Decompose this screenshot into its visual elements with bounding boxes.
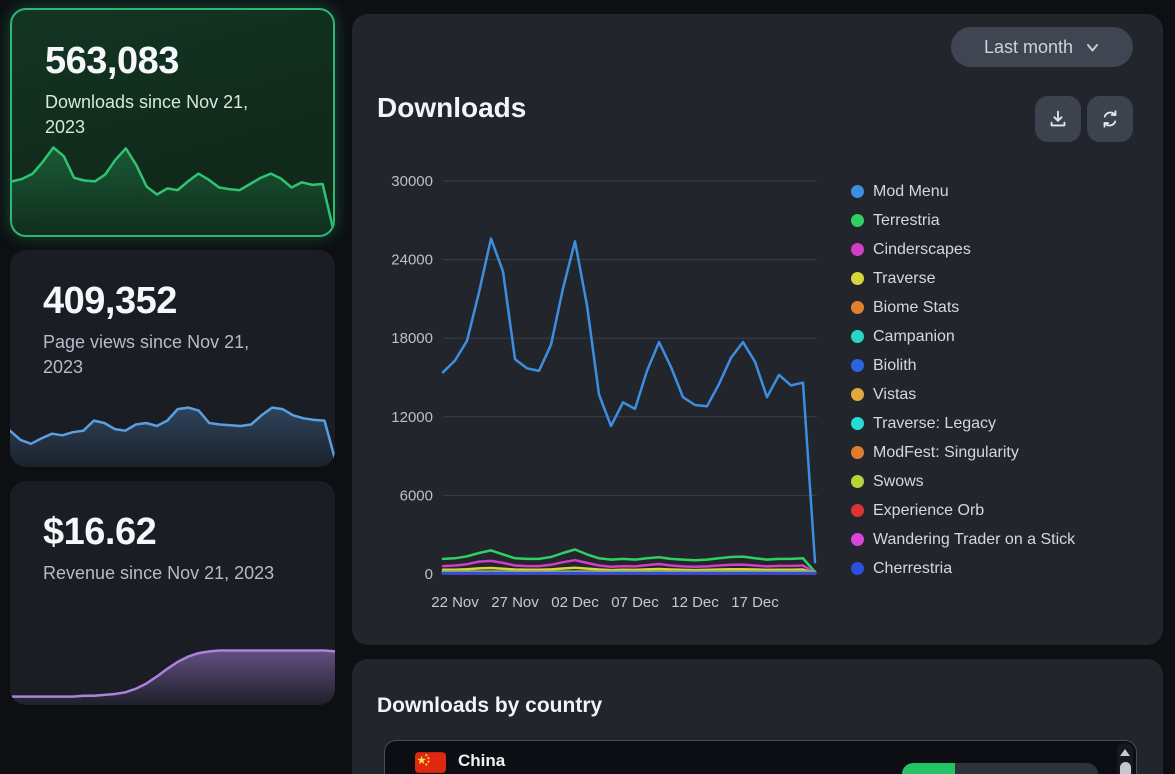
page-views-total-label: Page views since Nov 21, 2023 bbox=[43, 330, 288, 380]
legend-dot-icon bbox=[851, 533, 864, 546]
legend-label: Mod Menu bbox=[873, 183, 949, 201]
country-list[interactable]: ★ China bbox=[384, 740, 1137, 774]
country-download-bar-fill bbox=[902, 763, 955, 774]
stat-card-page-views[interactable]: 409,352 Page views since Nov 21, 2023 bbox=[10, 250, 335, 467]
page-views-total: 409,352 bbox=[43, 280, 288, 323]
legend-label: Cherrestria bbox=[873, 560, 952, 578]
country-download-bar bbox=[902, 763, 1098, 774]
legend-item[interactable]: Cherrestria bbox=[851, 554, 1075, 583]
scroll-up-arrow-icon[interactable] bbox=[1120, 749, 1130, 756]
legend-dot-icon bbox=[851, 562, 864, 575]
legend-dot-icon bbox=[851, 185, 864, 198]
svg-text:18000: 18000 bbox=[391, 330, 433, 347]
svg-text:12 Dec: 12 Dec bbox=[671, 594, 719, 611]
legend-item[interactable]: Mod Menu bbox=[851, 177, 1075, 206]
svg-text:6000: 6000 bbox=[400, 487, 433, 504]
china-flag-icon: ★ bbox=[415, 752, 446, 773]
analytics-dashboard: 563,083 Downloads since Nov 21, 2023 409… bbox=[0, 0, 1175, 774]
legend-dot-icon bbox=[851, 272, 864, 285]
country-row: ★ China bbox=[385, 741, 1136, 774]
svg-text:12000: 12000 bbox=[391, 409, 433, 426]
legend-dot-icon bbox=[851, 504, 864, 517]
svg-text:30000: 30000 bbox=[391, 173, 433, 190]
legend-item[interactable]: Wandering Trader on a Stick bbox=[851, 525, 1075, 554]
export-download-button[interactable] bbox=[1035, 96, 1081, 142]
revenue-sparkline bbox=[10, 610, 335, 705]
legend-item[interactable]: Vistas bbox=[851, 380, 1075, 409]
svg-text:27 Nov: 27 Nov bbox=[491, 594, 539, 611]
legend-dot-icon bbox=[851, 475, 864, 488]
country-panel-title: Downloads by country bbox=[377, 694, 602, 718]
legend-label: Swows bbox=[873, 473, 924, 491]
legend-item[interactable]: Experience Orb bbox=[851, 496, 1075, 525]
svg-text:22 Nov: 22 Nov bbox=[431, 594, 479, 611]
stat-text: 409,352 Page views since Nov 21, 2023 bbox=[43, 280, 288, 380]
stat-card-revenue[interactable]: $16.62 Revenue since Nov 21, 2023 bbox=[10, 481, 335, 705]
downloads-total-label: Downloads since Nov 21, 2023 bbox=[45, 90, 290, 140]
legend-dot-icon bbox=[851, 388, 864, 401]
legend-dot-icon bbox=[851, 214, 864, 227]
legend-dot-icon bbox=[851, 446, 864, 459]
downloads-sparkline bbox=[12, 140, 333, 235]
legend-label: Cinderscapes bbox=[873, 241, 971, 259]
legend-dot-icon bbox=[851, 359, 864, 372]
downloads-panel: Last month Downloads 06000120001 bbox=[352, 14, 1163, 645]
refresh-icon bbox=[1099, 108, 1121, 130]
chevron-down-icon bbox=[1085, 40, 1100, 55]
legend-label: Wandering Trader on a Stick bbox=[873, 531, 1075, 549]
refresh-button[interactable] bbox=[1087, 96, 1133, 142]
legend-label: Campanion bbox=[873, 328, 955, 346]
stat-card-downloads[interactable]: 563,083 Downloads since Nov 21, 2023 bbox=[10, 8, 335, 237]
svg-text:0: 0 bbox=[425, 566, 433, 583]
legend-dot-icon bbox=[851, 417, 864, 430]
legend-label: Traverse: Legacy bbox=[873, 415, 996, 433]
legend-label: Traverse bbox=[873, 270, 936, 288]
legend-label: Vistas bbox=[873, 386, 916, 404]
stat-text: $16.62 Revenue since Nov 21, 2023 bbox=[43, 511, 274, 586]
legend-label: Biolith bbox=[873, 357, 917, 375]
legend-item[interactable]: Biolith bbox=[851, 351, 1075, 380]
svg-text:02 Dec: 02 Dec bbox=[551, 594, 599, 611]
legend-item[interactable]: Swows bbox=[851, 467, 1075, 496]
revenue-total-label: Revenue since Nov 21, 2023 bbox=[43, 561, 274, 586]
legend-item[interactable]: Biome Stats bbox=[851, 293, 1075, 322]
country-panel: Downloads by country ★ China bbox=[352, 659, 1163, 774]
legend-item[interactable]: Traverse: Legacy bbox=[851, 409, 1075, 438]
date-range-select[interactable]: Last month bbox=[951, 27, 1133, 67]
legend-item[interactable]: Terrestria bbox=[851, 206, 1075, 235]
downloads-total: 563,083 bbox=[45, 40, 290, 83]
chart-legend: Mod Menu Terrestria Cinderscapes Traverse Bi… bbox=[851, 177, 1075, 583]
legend-item[interactable]: Cinderscapes bbox=[851, 235, 1075, 264]
svg-text:17 Dec: 17 Dec bbox=[731, 594, 779, 611]
svg-text:07 Dec: 07 Dec bbox=[611, 594, 659, 611]
legend-item[interactable]: Traverse bbox=[851, 264, 1075, 293]
downloads-panel-title: Downloads bbox=[377, 92, 526, 124]
legend-label: Experience Orb bbox=[873, 502, 984, 520]
stat-text: 563,083 Downloads since Nov 21, 2023 bbox=[45, 40, 290, 140]
chart-actions bbox=[1035, 96, 1133, 142]
downloads-chart[interactable]: 0 6000 12000 18000 24000 30000 22 Nov 27 Nov 02 … bbox=[380, 160, 825, 625]
svg-text:24000: 24000 bbox=[391, 252, 433, 269]
page-views-sparkline bbox=[10, 382, 335, 467]
legend-label: Biome Stats bbox=[873, 299, 959, 317]
date-range-label: Last month bbox=[984, 37, 1073, 58]
scrollbar-thumb[interactable] bbox=[1120, 762, 1131, 774]
country-list-scrollbar[interactable] bbox=[1117, 743, 1133, 774]
legend-item[interactable]: Campanion bbox=[851, 322, 1075, 351]
legend-item[interactable]: ModFest: Singularity bbox=[851, 438, 1075, 467]
legend-dot-icon bbox=[851, 301, 864, 314]
country-name: China bbox=[458, 751, 505, 771]
legend-dot-icon bbox=[851, 243, 864, 256]
legend-dot-icon bbox=[851, 330, 864, 343]
revenue-total: $16.62 bbox=[43, 511, 274, 554]
legend-label: Terrestria bbox=[873, 212, 940, 230]
svg-text:★: ★ bbox=[417, 755, 427, 767]
legend-label: ModFest: Singularity bbox=[873, 444, 1019, 462]
download-icon bbox=[1047, 108, 1069, 130]
